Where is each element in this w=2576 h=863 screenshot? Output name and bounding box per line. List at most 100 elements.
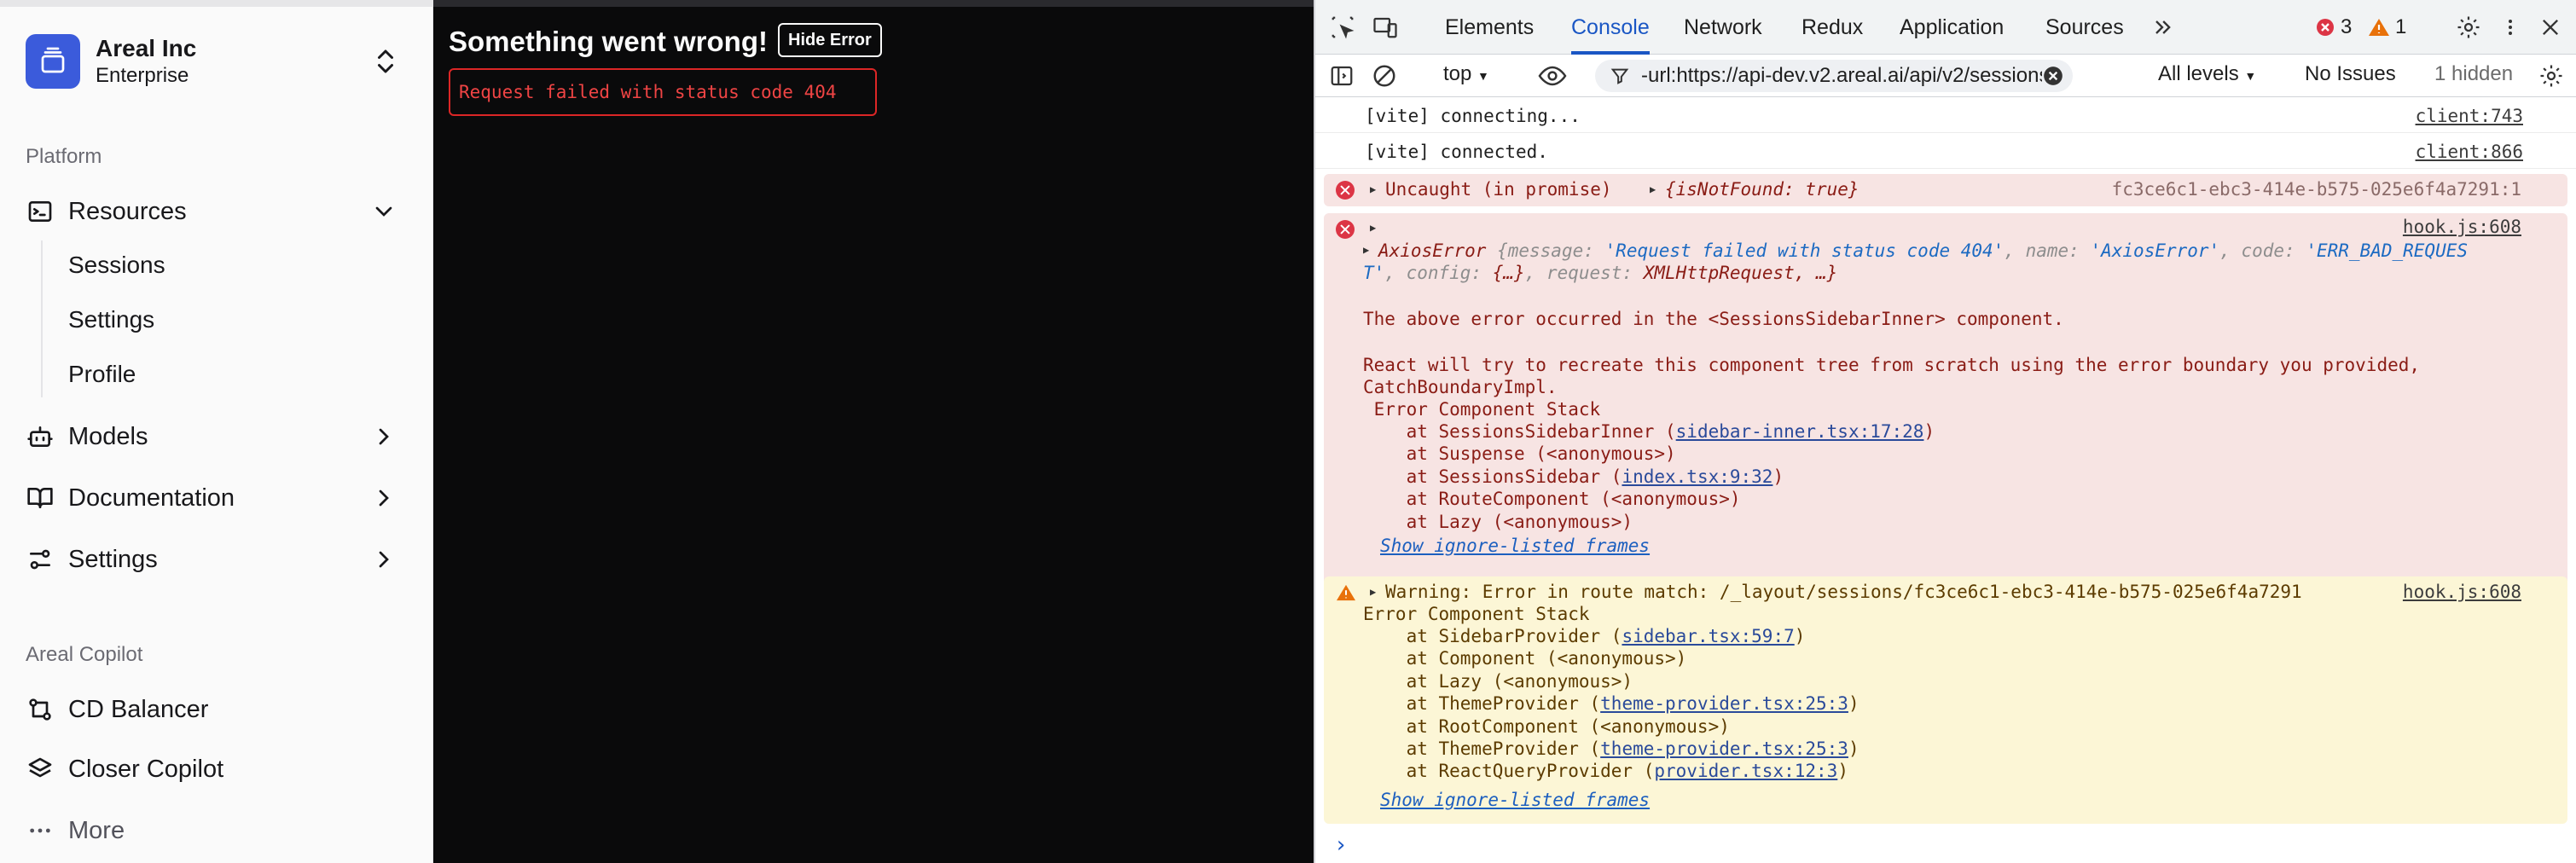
error-icon xyxy=(1336,220,1355,239)
tab-application[interactable]: Application xyxy=(1900,0,2004,55)
tab-console[interactable]: Console xyxy=(1571,0,1650,55)
console-error-uncaught[interactable]: ▶ Uncaught (in promise) ▶ {isNotFound: t… xyxy=(1324,174,2567,206)
stack-frame-line: at ThemeProvider (theme-provider.tsx:25:… xyxy=(1363,738,1859,759)
clear-filter-icon[interactable] xyxy=(2042,65,2064,87)
warning-count-badge[interactable]: 1 xyxy=(2368,15,2406,39)
tab-elements[interactable]: Elements xyxy=(1445,0,1534,55)
devtools-panel: Elements Console Network Redux Applicati… xyxy=(1314,0,2576,863)
log-levels-value: All levels xyxy=(2158,62,2239,85)
org-logo-icon xyxy=(26,34,80,89)
console-log-row: [vite] connected. client:866 xyxy=(1315,133,2576,169)
chevron-right-icon xyxy=(370,484,397,512)
log-source-link[interactable]: client:743 xyxy=(2416,106,2523,126)
sidebar-subitem-settings[interactable]: Settings xyxy=(55,295,413,345)
stack-frame-line: at Component (<anonymous>) xyxy=(1363,648,1687,669)
sidebar-subitem-sessions[interactable]: Sessions xyxy=(55,240,413,290)
stack-frame-text: at ReactQueryProvider ( xyxy=(1363,761,1655,782)
sidebar-subitem-profile[interactable]: Profile xyxy=(55,350,413,399)
show-ignore-listed-frames-link[interactable]: Show ignore-listed frames xyxy=(1380,536,1650,556)
stack-frame-text: ) xyxy=(1848,738,1859,759)
expand-triangle-icon[interactable]: ▶ xyxy=(1363,244,1369,256)
live-expression-eye-icon[interactable] xyxy=(1535,61,1569,90)
submenu-guide-line xyxy=(41,240,43,397)
error-stack-title: Error Component Stack xyxy=(1363,399,1601,420)
axios-key-message: {message: xyxy=(1497,240,1605,261)
sidebar-item-resources[interactable]: Resources xyxy=(14,186,420,237)
axios-key-name: , name: xyxy=(2004,240,2091,261)
log-levels-dropdown[interactable]: All levels ▼ xyxy=(2158,62,2256,86)
stack-frame-line: at Suspense (<anonymous>) xyxy=(1363,443,1676,464)
stack-frame-text: at ThemeProvider ( xyxy=(1363,693,1601,715)
sidebar-toggle-icon[interactable] xyxy=(1327,61,1356,90)
stack-frame-line: at SidebarProvider (sidebar.tsx:59:7) xyxy=(1363,626,1806,646)
expand-triangle-icon[interactable]: ▶ xyxy=(1370,222,1376,234)
stack-frame-text: ) xyxy=(1848,693,1859,715)
warning-stack-title: Error Component Stack xyxy=(1363,604,1590,624)
stack-frame-line: at Lazy (<anonymous>) xyxy=(1363,671,1633,692)
sidebar-item-documentation[interactable]: Documentation xyxy=(14,472,420,524)
sidebar-item-settings[interactable]: Settings xyxy=(14,534,420,585)
stack-frame-link[interactable]: provider.tsx:12:3 xyxy=(1654,761,1837,781)
sidebar-item-label: Resources xyxy=(68,197,187,225)
axios-object-line-2: T', config: {…}, request: XMLHttpRequest… xyxy=(1363,263,1837,283)
sidebar-item-cd-balancer[interactable]: CD Balancer xyxy=(14,684,420,735)
log-message: [vite] connecting... xyxy=(1365,106,1581,126)
sidebar-item-closer-copilot[interactable]: Closer Copilot xyxy=(14,744,420,795)
expand-triangle-icon[interactable]: ▶ xyxy=(1370,586,1376,598)
stack-frame-line: at SessionsSidebar (index.tsx:9:32) xyxy=(1363,466,1784,487)
warning-icon xyxy=(1337,584,1355,601)
sidebar-top-strip xyxy=(0,0,433,7)
stack-frame-line: at Lazy (<anonymous>) xyxy=(1363,512,1633,532)
error-icon xyxy=(1336,181,1355,200)
expand-triangle-icon[interactable]: ▶ xyxy=(1370,183,1376,195)
axios-name: AxiosError xyxy=(1378,240,1487,261)
stack-frame-link[interactable]: theme-provider.tsx:25:3 xyxy=(1600,693,1848,714)
error-message: Request failed with status code 404 xyxy=(459,82,837,102)
main-content: Something went wrong! Hide Error Request… xyxy=(433,0,1314,863)
inspect-element-icon[interactable] xyxy=(1329,14,1356,41)
stack-frame-link[interactable]: theme-provider.tsx:25:3 xyxy=(1600,738,1848,759)
sidebar-item-label: Documentation xyxy=(68,484,235,512)
stack-frame-link[interactable]: sidebar-inner.tsx:17:28 xyxy=(1676,421,1924,442)
hide-error-button[interactable]: Hide Error xyxy=(778,23,882,57)
console-settings-icon[interactable] xyxy=(2537,61,2566,90)
stack-frame-text: at Component (<anonymous>) xyxy=(1363,648,1687,669)
tab-sources[interactable]: Sources xyxy=(2045,0,2124,55)
clear-console-icon[interactable] xyxy=(1370,61,1399,90)
error-count-badge[interactable]: 3 xyxy=(2315,15,2352,39)
axios-message-value: 'Request failed with status code 404' xyxy=(1604,240,2005,261)
issues-button[interactable]: No Issues xyxy=(2305,62,2396,86)
layers-icon xyxy=(26,755,55,784)
uncaught-source[interactable]: fc3ce6c1-ebc3-414e-b575-025e6f4a7291:1 xyxy=(2112,179,2521,200)
settings-gear-icon[interactable] xyxy=(2455,14,2482,41)
section-platform: Platform xyxy=(26,145,102,168)
tab-redux[interactable]: Redux xyxy=(1801,0,1863,55)
console-log-row: [vite] connecting... client:743 xyxy=(1315,97,2576,133)
console-warning[interactable]: ▶ Warning: Error in route match: /_layou… xyxy=(1324,576,2567,824)
error-count: 3 xyxy=(2341,15,2353,38)
stack-frame-link[interactable]: index.tsx:9:32 xyxy=(1622,466,1772,487)
org-switcher[interactable]: Areal Inc Enterprise xyxy=(26,32,408,90)
warning-source-link[interactable]: hook.js:608 xyxy=(2403,582,2521,602)
stack-frame-text: at Lazy (<anonymous>) xyxy=(1363,511,1633,532)
log-source-link[interactable]: client:866 xyxy=(2416,142,2523,162)
stack-frame-text: at SidebarProvider ( xyxy=(1363,626,1622,646)
device-toolbar-icon[interactable] xyxy=(1372,14,1399,41)
tab-network[interactable]: Network xyxy=(1684,0,1762,55)
kebab-menu-icon[interactable] xyxy=(2499,14,2521,41)
sidebar-item-more[interactable]: More xyxy=(14,805,420,856)
stack-frame-line: at RouteComponent (<anonymous>) xyxy=(1363,489,1741,509)
sidebar-item-models[interactable]: Models xyxy=(14,411,420,462)
console-filter-input[interactable]: -url:https://api-dev.v2.areal.ai/api/v2/… xyxy=(1595,60,2073,92)
expand-triangle-icon[interactable]: ▶ xyxy=(1650,183,1656,195)
more-tabs-icon[interactable] xyxy=(2150,14,2175,41)
show-ignore-listed-frames-link[interactable]: Show ignore-listed frames xyxy=(1380,790,1650,810)
axios-object-line-1: AxiosError {message: 'Request failed wit… xyxy=(1378,240,2468,261)
sidebar-item-label: Settings xyxy=(68,545,158,573)
close-devtools-icon[interactable] xyxy=(2537,14,2564,41)
axios-key-code: , code: xyxy=(2219,240,2306,261)
axios-source-link[interactable]: hook.js:608 xyxy=(2403,217,2521,237)
console-prompt[interactable]: › xyxy=(1334,832,1348,858)
stack-frame-link[interactable]: sidebar.tsx:59:7 xyxy=(1622,626,1794,646)
context-selector[interactable]: top ▼ xyxy=(1443,62,1489,86)
